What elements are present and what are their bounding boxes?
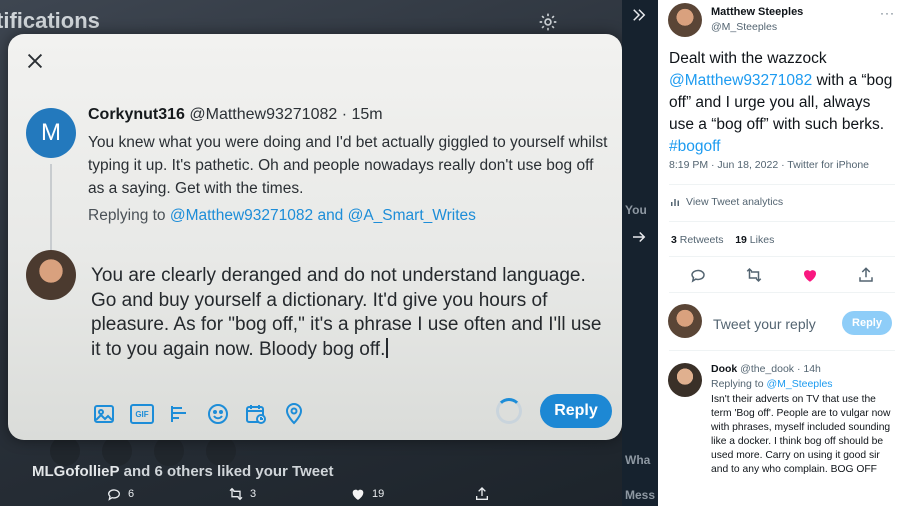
- likes-count: 19: [735, 234, 747, 246]
- retweet-count: 3: [250, 488, 257, 500]
- comment-text: Isn't their adverts on TV that use the t…: [711, 394, 891, 475]
- commenter-avatar[interactable]: [668, 363, 702, 397]
- thread-line: [50, 164, 52, 264]
- author-name[interactable]: Matthew Steeples: [711, 6, 803, 18]
- commenter-name[interactable]: Dook: [711, 363, 737, 375]
- bg-retweet-action[interactable]: 3: [228, 486, 256, 502]
- tweet-action-bar: [658, 266, 900, 286]
- retweets-label: Retweets: [676, 234, 724, 246]
- tweet-text: Dealt with the wazzock @Matthew93271082 …: [669, 48, 895, 158]
- tweet-detail-panel: Matthew Steeples @M_Steeples ··· Dealt w…: [658, 0, 900, 506]
- replying-to-links[interactable]: @Matthew93271082 and @A_Smart_Writes: [170, 207, 476, 224]
- divider: [669, 292, 895, 293]
- character-count-ring: [496, 398, 522, 424]
- gif-icon[interactable]: GIF: [130, 404, 154, 424]
- location-icon[interactable]: [282, 402, 306, 426]
- reply-box-button[interactable]: Reply: [842, 311, 892, 335]
- divider: [669, 184, 895, 185]
- reply-input[interactable]: Tweet your reply: [713, 316, 816, 332]
- divider: [669, 256, 895, 257]
- reply-button[interactable]: Reply: [540, 394, 612, 428]
- arrow-right-icon[interactable]: [630, 228, 648, 246]
- tweet-mention-link[interactable]: @Matthew93271082: [669, 72, 812, 89]
- like-count: 19: [372, 488, 385, 500]
- double-chevron-icon[interactable]: [630, 6, 648, 24]
- reply-icon[interactable]: [689, 266, 707, 284]
- tweet-text-part-1: Dealt with the wazzock: [669, 50, 827, 67]
- heart-icon: [352, 489, 364, 500]
- comment-replying-prefix: Replying to: [711, 378, 767, 390]
- view-analytics-link[interactable]: View Tweet analytics: [669, 196, 783, 208]
- replied-user-avatar: M: [26, 108, 76, 158]
- bg-reply-action[interactable]: 6: [106, 486, 134, 502]
- my-avatar: [26, 250, 76, 300]
- divider: [669, 350, 895, 351]
- replied-handle-time: @Matthew93271082 · 15m: [184, 106, 383, 123]
- retweet-icon[interactable]: [745, 266, 763, 284]
- analytics-icon: [671, 199, 679, 206]
- background-notification: MLGofollieP and 6 others liked your Twee…: [32, 463, 333, 480]
- comment-replying-to: Replying to @M_Steeples: [711, 378, 833, 390]
- author-handle[interactable]: @M_Steeples: [711, 21, 777, 33]
- schedule-icon[interactable]: [244, 402, 268, 426]
- photo-of-screen: tifications MLGofollieP and 6 others lik…: [0, 0, 622, 506]
- tweet-hashtag-link[interactable]: #bogoff: [669, 138, 720, 155]
- emoji-icon[interactable]: [206, 402, 230, 426]
- comment-replying-link[interactable]: @M_Steeples: [766, 378, 832, 390]
- tweet-stats: 3 Retweets 19 Likes: [671, 234, 774, 246]
- retweets-stat[interactable]: 3 Retweets: [671, 234, 724, 246]
- reply-compose-modal: M Corkynut316 @Matthew93271082 · 15m You…: [8, 34, 622, 440]
- likes-stat[interactable]: 19 Likes: [735, 234, 774, 246]
- replying-to-line: Replying to @Matthew93271082 and @A_Smar…: [88, 207, 476, 225]
- collapsed-sidebar: You Wha Mess: [622, 0, 658, 506]
- retweet-icon: [229, 487, 243, 501]
- liked-user-name: MLGofollieP: [32, 463, 120, 480]
- bg-like-action[interactable]: 19: [350, 486, 384, 502]
- reply-count: 6: [128, 488, 135, 500]
- replying-prefix: Replying to: [88, 207, 170, 224]
- heart-icon[interactable]: [801, 266, 819, 284]
- likes-label: Likes: [746, 234, 775, 246]
- close-icon[interactable]: [24, 50, 46, 72]
- share-icon[interactable]: [857, 266, 875, 284]
- commenter-handle-time: @the_dook · 14h: [737, 363, 821, 375]
- replied-tweet-text: You knew what you were doing and I'd bet…: [88, 134, 608, 197]
- draft-text: You are clearly deranged and do not unde…: [91, 265, 602, 360]
- settings-gear-icon[interactable]: [538, 12, 558, 32]
- strip-text-wha: Wha: [625, 453, 651, 467]
- divider: [669, 221, 895, 222]
- replied-author[interactable]: Corkynut316: [88, 106, 185, 123]
- replied-tweet-header: Corkynut316 @Matthew93271082 · 15m: [88, 106, 383, 124]
- liked-text: and 6 others liked your Tweet: [119, 463, 334, 480]
- analytics-label: View Tweet analytics: [686, 196, 784, 208]
- strip-text-you: You: [625, 203, 647, 217]
- poll-icon[interactable]: [168, 402, 192, 426]
- comment-header: Dook @the_dook · 14h: [711, 363, 821, 375]
- background-action-bar: 6 3 19: [0, 486, 622, 506]
- share-icon: [476, 487, 488, 500]
- tweet-meta: 8:19 PM · Jun 18, 2022 · Twitter for iPh…: [669, 159, 869, 171]
- reply-box-avatar: [668, 304, 702, 338]
- text-caret: [386, 337, 388, 358]
- more-options-icon[interactable]: ···: [880, 6, 895, 20]
- image-icon[interactable]: [92, 402, 116, 426]
- bg-share-action[interactable]: [474, 486, 490, 502]
- reply-icon: [107, 489, 120, 501]
- compose-toolbar: GIF: [92, 402, 306, 426]
- reply-draft-textarea[interactable]: You are clearly deranged and do not unde…: [91, 264, 611, 362]
- author-avatar[interactable]: [668, 3, 702, 37]
- background-page-title: tifications: [0, 8, 100, 33]
- strip-text-mess: Mess: [625, 488, 656, 502]
